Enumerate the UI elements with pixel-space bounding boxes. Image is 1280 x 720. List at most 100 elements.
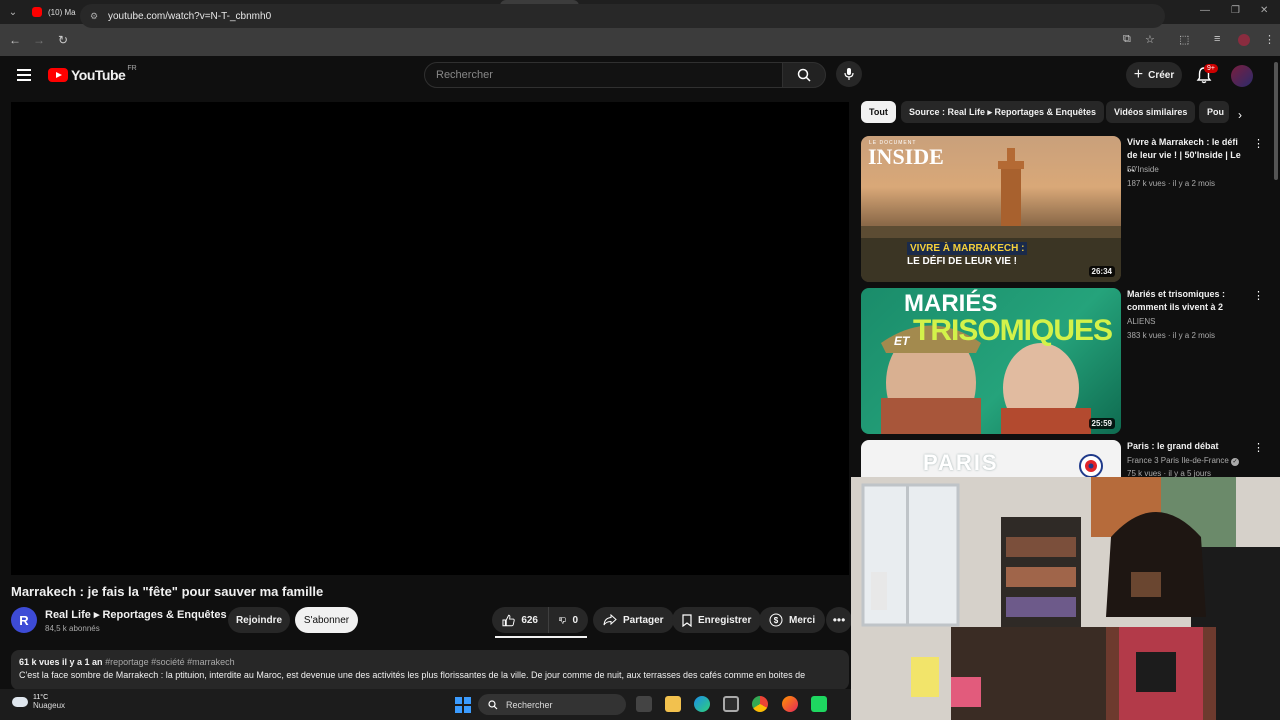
duration-badge: 26:34 — [1088, 266, 1115, 277]
save-button[interactable]: Enregistrer — [672, 607, 762, 633]
thumb-et-text: ET — [894, 334, 910, 348]
hashtags[interactable]: #reportage #société #marrakech — [105, 657, 235, 667]
windows-start-icon[interactable] — [455, 697, 471, 713]
channel-name[interactable]: Real Life ▸ Reportages & Enquêtes — [45, 608, 227, 621]
rec-channel[interactable]: ALIENS — [1127, 317, 1155, 326]
voice-search-button[interactable] — [836, 61, 862, 87]
profile-avatar[interactable] — [1238, 34, 1250, 46]
rec-thumbnail[interactable]: PARIS — [861, 440, 1121, 477]
thumb-trisomiques-text: TRISOMIQUES — [913, 314, 1113, 347]
chrome-icon[interactable] — [752, 696, 768, 712]
taskbar-search-label: Rechercher — [506, 699, 553, 710]
extensions-icon[interactable]: ⬚ — [1179, 33, 1189, 46]
description-text: C'est la face sombre de Marrakech : la p… — [19, 670, 806, 680]
cloud-icon — [12, 697, 28, 707]
search-icon — [797, 68, 811, 82]
rec-more-icon[interactable]: ⋮ — [1253, 137, 1264, 150]
subscribe-button[interactable]: S'abonner — [295, 607, 358, 633]
subscriber-count: 84,5 k abonnés — [45, 624, 100, 633]
reload-icon[interactable]: ↻ — [51, 33, 75, 47]
taskbar-search[interactable]: Rechercher — [478, 694, 626, 715]
rec-thumbnail[interactable]: MARIÉS ET TRISOMIQUES 25:59 — [861, 288, 1121, 434]
verified-icon: ✓ — [1231, 458, 1240, 466]
join-button[interactable]: Rejoindre — [228, 607, 290, 633]
bookmark-star-icon[interactable]: ☆ — [1145, 33, 1155, 46]
duration-badge: 25:59 — [1088, 418, 1115, 429]
minimize-icon[interactable]: — — [1200, 5, 1210, 16]
youtube-logo[interactable]: YouTube FR — [48, 64, 137, 83]
close-window-icon[interactable]: ✕ — [1260, 5, 1268, 16]
webcam-overlay — [851, 477, 1280, 720]
thumb-line2: LE DÉFI DE LEUR VIE ! — [907, 256, 1018, 267]
browser-menu-icon[interactable]: ⋮ — [1264, 33, 1275, 46]
firefox-icon[interactable] — [782, 696, 798, 712]
more-actions-button[interactable]: ••• — [826, 607, 852, 633]
rec-meta: 187 k vues · il y a 2 mois — [1127, 179, 1216, 188]
dislike-button[interactable]: 0 — [548, 607, 588, 633]
search-input[interactable]: Rechercher — [424, 62, 783, 88]
thumb-inside-text: INSIDE — [868, 144, 944, 169]
rec-title[interactable]: Paris : le grand débat — [1127, 440, 1249, 453]
thumb-line1: VIVRE À MARRAKECH : — [907, 242, 1028, 255]
windows-taskbar: 11°C Nuageux Rechercher — [0, 689, 851, 720]
thanks-button[interactable]: $ Merci — [759, 607, 826, 633]
back-icon[interactable]: ← — [3, 33, 27, 47]
chip-similar[interactable]: Vidéos similaires — [1106, 101, 1196, 123]
media-control-icon[interactable]: ≡ — [1214, 33, 1220, 45]
like-count: 626 — [521, 614, 538, 626]
edge-icon[interactable] — [694, 696, 710, 712]
svg-text:$: $ — [774, 616, 779, 625]
task-view-icon[interactable] — [636, 696, 652, 712]
rec-channel[interactable]: 50'Inside — [1127, 165, 1159, 174]
share-label: Partager — [623, 614, 664, 626]
chip-source[interactable]: Source : Real Life ▸ Reportages & Enquêt… — [901, 101, 1105, 123]
create-label: Créer — [1148, 69, 1175, 81]
youtube-play-icon — [48, 68, 68, 82]
search-button[interactable] — [782, 62, 826, 88]
site-settings-icon[interactable]: ⚙ — [90, 11, 100, 21]
video-player[interactable] — [11, 102, 849, 575]
microphone-icon — [844, 68, 854, 80]
url-field[interactable]: ⚙ youtube.com/watch?v=N-T-_cbnmh0 — [80, 4, 1165, 28]
like-button[interactable]: 626 — [492, 607, 548, 633]
account-avatar[interactable] — [1231, 65, 1253, 87]
temperature: 11°C — [33, 694, 49, 701]
video-title: Marrakech : je fais la "fête" pour sauve… — [11, 584, 324, 599]
more-horizontal-icon: ••• — [832, 613, 846, 627]
rec-channel[interactable]: France 3 Paris Ile-de-France ✓ — [1127, 456, 1240, 466]
chip-all[interactable]: Tout — [861, 101, 896, 123]
views-date: 61 k vues il y a 1 an — [19, 657, 103, 667]
plus-icon: + — [1133, 66, 1144, 83]
rec-more-icon[interactable]: ⋮ — [1253, 289, 1264, 302]
super-thanks-icon: $ — [769, 613, 783, 627]
target-logo-icon — [1079, 454, 1103, 477]
tab-search-icon[interactable]: ⌄ — [0, 0, 26, 24]
rec-more-icon[interactable]: ⋮ — [1253, 441, 1264, 454]
url-text: youtube.com/watch?v=N-T-_cbnmh0 — [108, 10, 272, 22]
install-app-icon[interactable]: ⧉ — [1123, 33, 1131, 46]
menu-icon[interactable] — [17, 69, 31, 81]
youtube-icon — [32, 7, 42, 17]
store-icon[interactable] — [723, 696, 739, 712]
scrollbar-thumb[interactable] — [1274, 62, 1278, 180]
rec-thumbnail[interactable]: LE DOCUMENT INSIDE VIVRE À MARRAKECH : L… — [861, 136, 1121, 282]
webcam-scene — [851, 477, 1280, 720]
notifications-badge: 9+ — [1204, 64, 1218, 73]
country-code: FR — [127, 64, 137, 72]
dislike-count: 0 — [572, 614, 578, 626]
rec-meta: 383 k vues · il y a 2 mois — [1127, 331, 1216, 340]
weather-widget[interactable]: 11°C Nuageux — [12, 694, 65, 710]
chip-for-you[interactable]: Pou — [1199, 101, 1229, 123]
app-icon[interactable] — [811, 696, 827, 712]
maximize-icon[interactable]: ❐ — [1231, 5, 1240, 16]
create-button[interactable]: + Créer — [1126, 62, 1182, 88]
file-explorer-icon[interactable] — [665, 696, 681, 712]
rec-channel-name: France 3 Paris Ile-de-France — [1127, 456, 1229, 465]
share-button[interactable]: Partager — [593, 607, 674, 633]
forward-icon[interactable]: → — [27, 33, 51, 47]
description-box[interactable]: 61 k vues il y a 1 an #reportage #sociét… — [11, 650, 849, 690]
chevron-right-icon[interactable]: › — [1238, 108, 1242, 122]
channel-avatar[interactable]: R — [11, 607, 37, 633]
rec-title[interactable]: Mariés et trisomiques : comment ils vive… — [1127, 288, 1249, 314]
bookmark-icon — [682, 613, 692, 627]
